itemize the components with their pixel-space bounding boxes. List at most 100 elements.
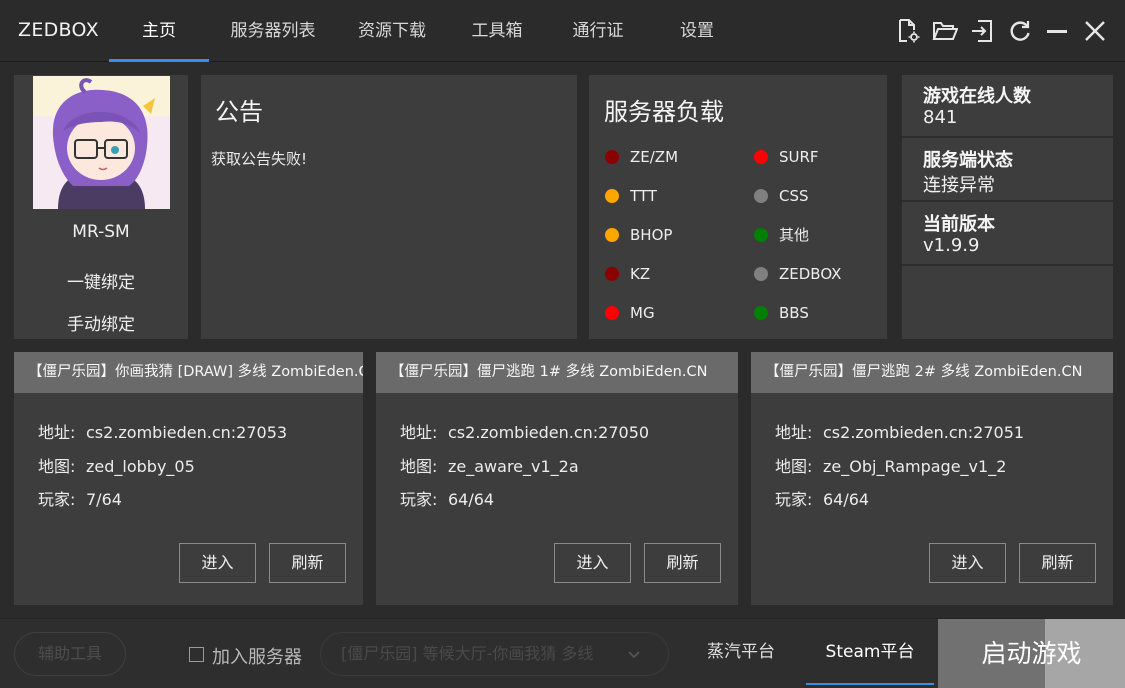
tab-pass[interactable]: 通行证	[556, 0, 640, 62]
load-item-kz: KZ	[605, 264, 650, 284]
version-label: 当前版本	[923, 214, 995, 235]
server-card: 【僵尸乐园】僵尸逃跑 1# 多线 ZombiEden.CN 地址: cs2.zom…	[376, 352, 738, 605]
launch-game-button[interactable]: 启动游戏	[938, 619, 1125, 688]
online-players-value: 841	[923, 107, 958, 128]
map-label: 地图:	[38, 457, 76, 476]
platform-tab-steam-cn[interactable]: 蒸汽平台	[694, 618, 788, 686]
login-icon[interactable]	[969, 18, 995, 44]
server-select[interactable]: [僵尸乐园] 等候大厅-你画我猜 多线	[320, 632, 669, 676]
load-item-css: CSS	[754, 186, 809, 206]
version-value: v1.9.9	[923, 235, 980, 256]
address-label: 地址:	[400, 423, 438, 442]
online-players-label: 游戏在线人数	[923, 86, 1031, 107]
tab-settings[interactable]: 设置	[664, 0, 730, 62]
status-dot	[754, 306, 768, 320]
tab-active-indicator	[109, 59, 209, 62]
server-card: 【僵尸乐园】你画我猜 [DRAW] 多线 ZombiEden.CN 地址: cs2…	[14, 352, 363, 605]
server-players-row: 玩家: 7/64	[38, 486, 122, 510]
server-players-row: 玩家: 64/64	[775, 486, 869, 510]
server-name: 【僵尸乐园】僵尸逃跑 1# 多线 ZombiEden.CN	[376, 352, 738, 393]
load-item-ttt: TTT	[605, 186, 657, 206]
folder-open-icon[interactable]	[932, 18, 958, 44]
chevron-down-icon[interactable]	[626, 646, 642, 662]
server-status-label: 服务端状态	[923, 150, 1013, 171]
load-item-ze-zm: ZE/ZM	[605, 147, 678, 167]
platform-active-indicator	[806, 683, 934, 685]
user-name: MR-SM	[72, 222, 130, 242]
server-address: cs2.zombieden.cn:27051	[823, 423, 1025, 442]
enter-server-button[interactable]: 进入	[929, 543, 1006, 583]
map-label: 地图:	[775, 457, 813, 476]
status-dot	[754, 228, 768, 242]
address-label: 地址:	[775, 423, 813, 442]
load-label: MG	[630, 304, 655, 322]
server-address-row: 地址: cs2.zombieden.cn:27053	[38, 419, 287, 443]
avatar	[33, 76, 170, 209]
load-label: BHOP	[630, 226, 673, 244]
server-map-row: 地图: ze_Obj_Rampage_v1_2	[775, 453, 1006, 477]
load-label: SURF	[779, 148, 819, 166]
status-dot	[605, 189, 619, 203]
server-map: ze_aware_v1_2a	[448, 457, 579, 476]
server-players: 64/64	[448, 490, 495, 509]
one-click-bind-button[interactable]: 一键绑定	[14, 268, 188, 293]
tab-server-list[interactable]: 服务器列表	[220, 0, 326, 62]
manual-bind-button[interactable]: 手动绑定	[14, 310, 188, 335]
refresh-server-button[interactable]: 刷新	[644, 543, 721, 583]
platform-tab-steam[interactable]: Steam平台	[806, 618, 934, 686]
join-server-label[interactable]: 加入服务器	[212, 643, 302, 669]
status-dot	[605, 150, 619, 164]
tab-home[interactable]: 主页	[109, 0, 209, 62]
status-dot	[754, 150, 768, 164]
file-settings-icon[interactable]	[895, 18, 921, 44]
server-status-stat: 服务端状态 连接异常	[902, 139, 1113, 202]
players-label: 玩家:	[775, 490, 813, 509]
app-title: ZEDBOX	[18, 19, 99, 41]
refresh-server-button[interactable]: 刷新	[1019, 543, 1096, 583]
status-dot	[605, 228, 619, 242]
server-map-row: 地图: zed_lobby_05	[38, 453, 195, 477]
status-dot	[605, 267, 619, 281]
enter-server-button[interactable]: 进入	[554, 543, 631, 583]
refresh-server-button[interactable]: 刷新	[269, 543, 346, 583]
launch-game-label: 启动游戏	[981, 639, 1082, 668]
server-address-row: 地址: cs2.zombieden.cn:27051	[775, 419, 1024, 443]
refresh-icon[interactable]	[1007, 18, 1033, 44]
close-icon[interactable]	[1082, 18, 1108, 44]
server-address: cs2.zombieden.cn:27050	[448, 423, 650, 442]
load-label: BBS	[779, 304, 809, 322]
status-dot	[754, 267, 768, 281]
title-bar: ZEDBOX 主页 服务器列表 资源下载 工具箱 通行证 设置	[0, 0, 1125, 62]
load-label: CSS	[779, 187, 809, 205]
server-address-row: 地址: cs2.zombieden.cn:27050	[400, 419, 649, 443]
join-server-checkbox[interactable]	[189, 647, 204, 662]
helper-tools-button[interactable]: 辅助工具	[14, 632, 126, 676]
version-stat: 当前版本 v1.9.9	[902, 203, 1113, 266]
load-item-surf: SURF	[754, 147, 819, 167]
status-dot	[605, 306, 619, 320]
load-label: ZEDBOX	[779, 265, 842, 283]
load-item-bhop: BHOP	[605, 225, 672, 245]
server-players: 7/64	[86, 490, 122, 509]
load-label: KZ	[630, 265, 651, 283]
tab-toolbox[interactable]: 工具箱	[455, 0, 539, 62]
server-name: 【僵尸乐园】僵尸逃跑 2# 多线 ZombiEden.CN	[751, 352, 1113, 393]
load-label: 其他	[779, 226, 810, 244]
tab-resource-download[interactable]: 资源下载	[342, 0, 442, 62]
notice-text: 获取公告失败!	[211, 150, 308, 168]
server-players: 64/64	[823, 490, 870, 509]
load-item-bbs: BBS	[754, 303, 809, 323]
notice-title: 公告	[215, 98, 263, 126]
load-label: ZE/ZM	[630, 148, 679, 166]
server-card: 【僵尸乐园】僵尸逃跑 2# 多线 ZombiEden.CN 地址: cs2.zom…	[751, 352, 1113, 605]
server-load-title: 服务器负载	[604, 98, 724, 126]
minimize-icon[interactable]	[1044, 18, 1070, 44]
status-dot	[754, 189, 768, 203]
players-label: 玩家:	[38, 490, 76, 509]
address-label: 地址:	[38, 423, 76, 442]
server-status-value: 连接异常	[923, 175, 995, 196]
enter-server-button[interactable]: 进入	[179, 543, 256, 583]
load-item-mg: MG	[605, 303, 655, 323]
server-name: 【僵尸乐园】你画我猜 [DRAW] 多线 ZombiEden.CN	[14, 352, 363, 393]
server-map: zed_lobby_05	[86, 457, 195, 476]
